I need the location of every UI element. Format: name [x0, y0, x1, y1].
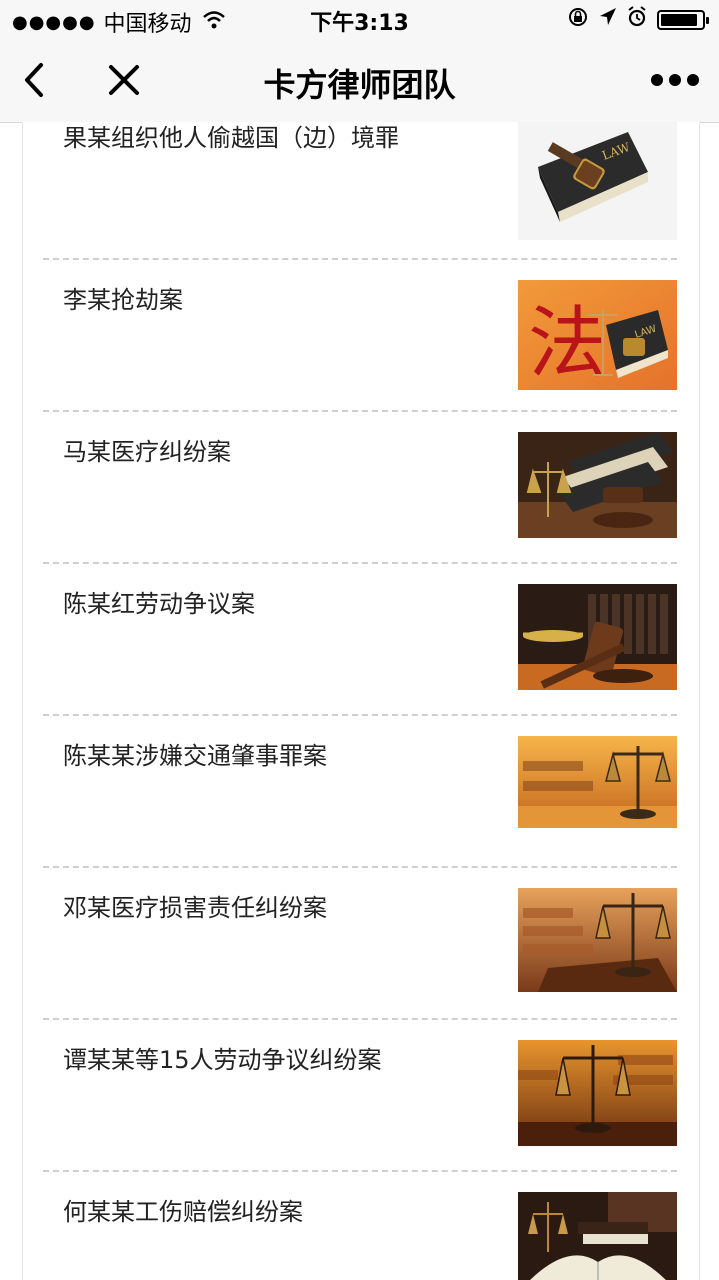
list-item[interactable]: 谭某某等15人劳动争议纠纷案 — [23, 1020, 699, 1170]
case-list: 果某组织他人偷越国（边）境罪 LAW 李某抢劫案 法 LAW 马某医疗纠纷案 陈… — [22, 122, 700, 1280]
list-item[interactable]: 果某组织他人偷越国（边）境罪 LAW — [23, 122, 699, 258]
books-scales-gavel-image — [518, 432, 677, 538]
case-title: 李某抢劫案 — [63, 286, 183, 314]
case-title: 邓某医疗损害责任纠纷案 — [63, 894, 327, 922]
more-dots-icon — [687, 74, 699, 86]
alarm-icon — [627, 6, 647, 33]
nav-bar: 卡方律师团队 — [0, 40, 719, 123]
fa-calligraphy-law-book-image: 法 LAW — [518, 280, 677, 390]
battery-fill — [661, 13, 697, 26]
list-item[interactable]: 陈某红劳动争议案 — [23, 564, 699, 714]
law-book-gavel-image: LAW — [518, 122, 677, 240]
gavel-scales-bookshelf-image — [518, 584, 677, 690]
more-dots-icon — [651, 74, 663, 86]
close-icon — [109, 65, 139, 95]
status-bar: ●●●●● 中国移动 下午3:13 — [0, 0, 719, 40]
scales-courtroom-image — [518, 1040, 677, 1146]
case-title: 陈某红劳动争议案 — [63, 590, 255, 618]
case-title: 马某医疗纠纷案 — [63, 438, 231, 466]
list-item[interactable]: 陈某某涉嫌交通肇事罪案 — [23, 716, 699, 866]
back-button[interactable] — [14, 58, 54, 102]
scales-courtroom-image — [518, 736, 677, 828]
status-right — [567, 6, 709, 33]
scales-courtroom-image — [518, 888, 677, 992]
list-item[interactable]: 李某抢劫案 法 LAW — [23, 260, 699, 410]
orientation-lock-icon — [567, 6, 589, 33]
case-title: 陈某某涉嫌交通肇事罪案 — [63, 742, 327, 770]
more-dots-icon — [669, 74, 681, 86]
close-button[interactable] — [102, 58, 146, 102]
location-arrow-icon — [599, 7, 617, 32]
case-title: 何某某工伤赔偿纠纷案 — [63, 1198, 303, 1226]
back-chevron-icon — [25, 63, 43, 97]
case-title: 果某组织他人偷越国（边）境罪 — [63, 124, 399, 152]
list-item[interactable]: 何某某工伤赔偿纠纷案 — [23, 1172, 699, 1280]
scales-open-book-image — [518, 1192, 677, 1280]
battery-icon — [657, 9, 709, 30]
case-title: 谭某某等15人劳动争议纠纷案 — [63, 1046, 382, 1074]
more-button[interactable] — [651, 62, 699, 98]
list-item[interactable]: 马某医疗纠纷案 — [23, 412, 699, 562]
list-item[interactable]: 邓某医疗损害责任纠纷案 — [23, 868, 699, 1018]
